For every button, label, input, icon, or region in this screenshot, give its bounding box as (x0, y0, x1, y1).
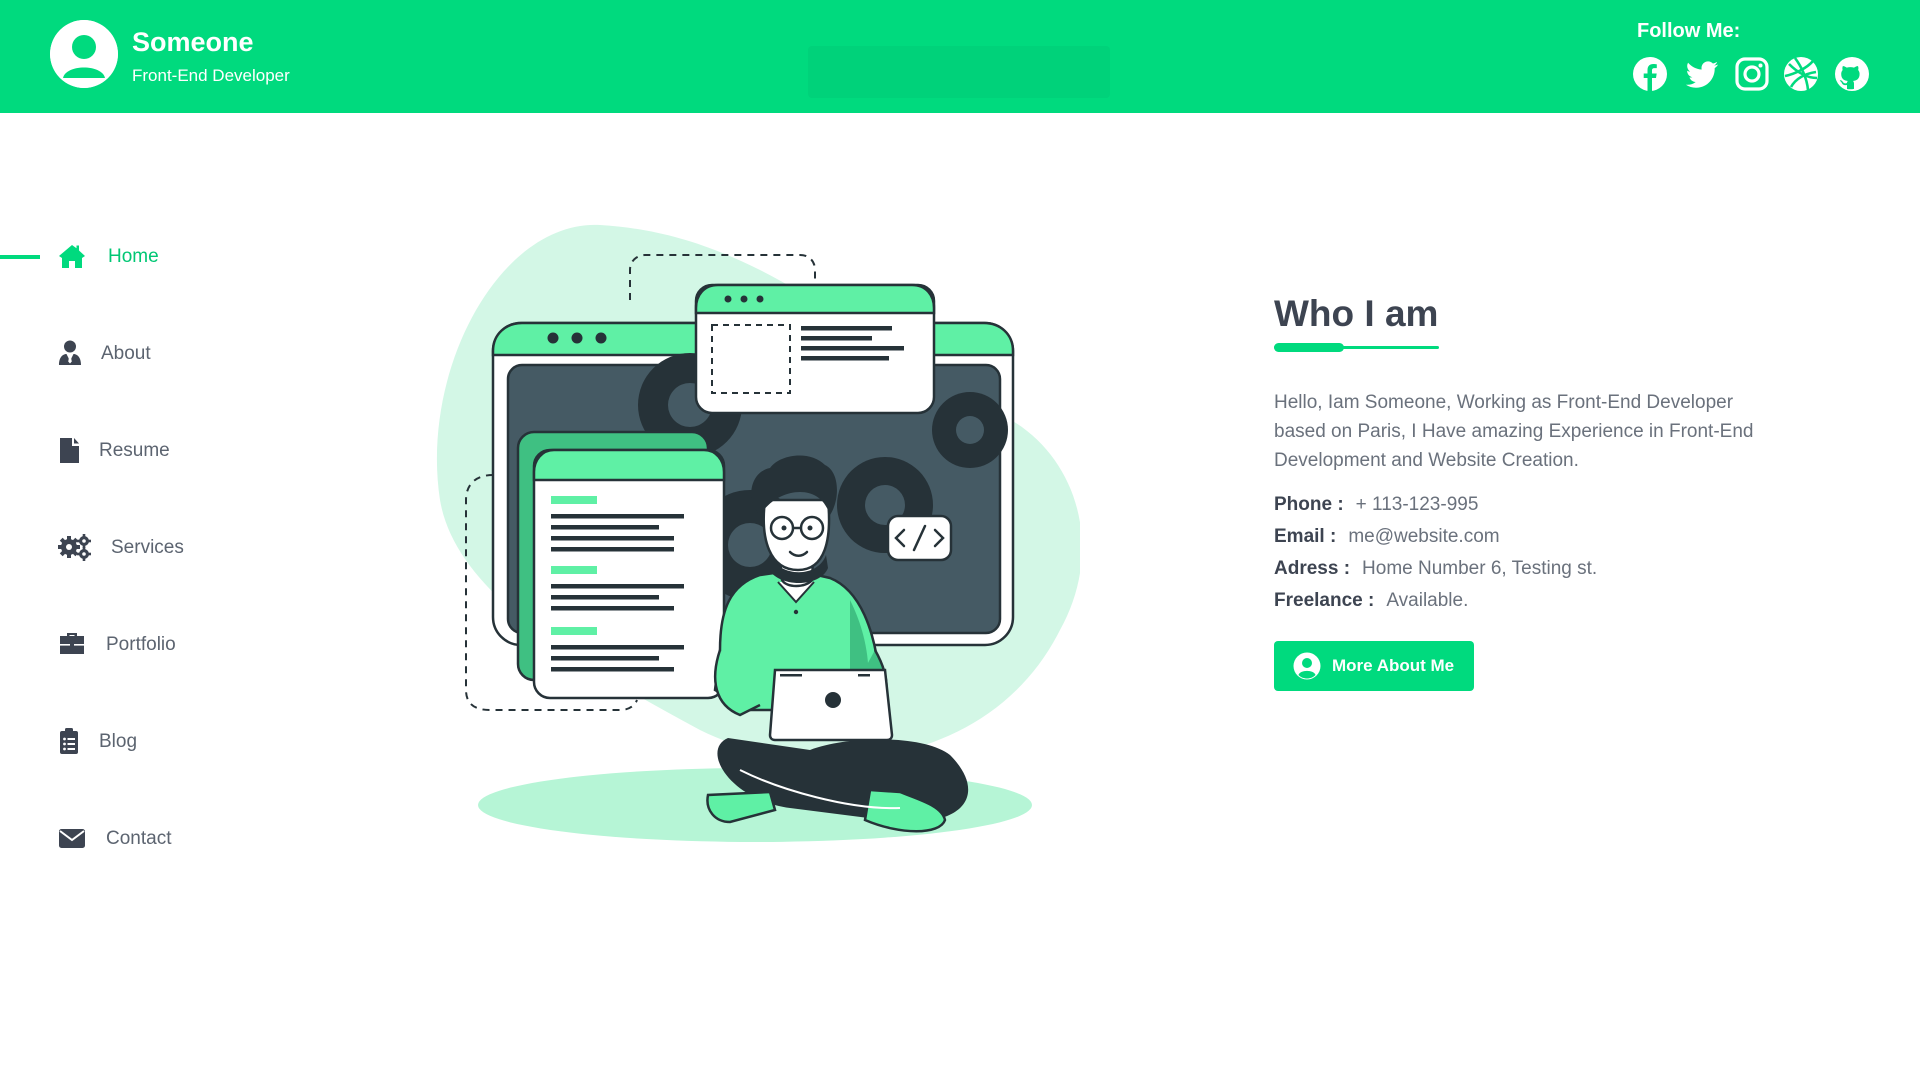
twitter-icon[interactable] (1684, 56, 1720, 92)
profile-name: Someone (132, 27, 254, 57)
dribbble-icon[interactable] (1783, 56, 1819, 92)
info-key-freelance: Freelance : (1274, 590, 1375, 611)
profile-avatar-icon (50, 20, 118, 88)
top-header: Someone Front-End Developer Follow Me: (0, 0, 1920, 113)
nav-label-services: Services (111, 537, 184, 558)
nav-item-home[interactable]: Home (0, 236, 260, 276)
developer-illustration (430, 210, 1083, 860)
info-value-address: Home Number 6, Testing st. (1362, 558, 1598, 579)
clipboard-list-icon (58, 727, 86, 755)
section-title: Who I am (1274, 293, 1439, 334)
envelope-icon (58, 824, 86, 852)
github-icon[interactable] (1834, 56, 1870, 92)
home-icon (58, 242, 86, 270)
instagram-icon[interactable] (1734, 56, 1770, 92)
nav-item-about[interactable]: About (0, 333, 260, 373)
info-key-address: Adress : (1274, 558, 1351, 579)
header-placeholder-box (808, 46, 1110, 98)
nav-item-services[interactable]: Services (0, 527, 260, 567)
nav-label-home: Home (108, 246, 159, 267)
user-circle-icon (1293, 652, 1321, 680)
bio-text: Hello, Iam Someone, Working as Front-End… (1274, 392, 1754, 471)
info-key-phone: Phone : (1274, 494, 1344, 515)
user-tie-icon (58, 339, 86, 367)
title-underline-accent (1274, 343, 1344, 352)
more-about-me-label: More About Me (1332, 656, 1455, 675)
facebook-icon[interactable] (1632, 56, 1668, 92)
nav-label-blog: Blog (99, 731, 138, 752)
nav-item-portfolio[interactable]: Portfolio (0, 624, 260, 664)
info-value-freelance: Available. (1386, 590, 1469, 611)
info-row-address: Adress : Home Number 6, Testing st. (1274, 558, 1597, 580)
nav-item-blog[interactable]: Blog (0, 721, 260, 761)
nav-item-contact[interactable]: Contact (0, 818, 260, 858)
active-nav-indicator (0, 255, 40, 259)
briefcase-icon (58, 630, 86, 658)
info-key-email: Email : (1274, 526, 1337, 547)
more-about-me-button[interactable]: More About Me (1274, 641, 1474, 691)
follow-label: Follow Me: (1637, 20, 1741, 42)
info-value-email: me@website.com (1348, 526, 1500, 547)
profile-role: Front-End Developer (132, 66, 290, 85)
info-row-phone: Phone : + 113-123-995 (1274, 494, 1478, 516)
gears-icon (58, 533, 91, 561)
nav-item-resume[interactable]: Resume (0, 430, 260, 470)
info-row-freelance: Freelance : Available. (1274, 590, 1468, 612)
info-value-phone: + 113-123-995 (1355, 494, 1479, 515)
nav-label-contact: Contact (106, 828, 172, 849)
nav-label-resume: Resume (99, 440, 170, 461)
info-row-email: Email : me@website.com (1274, 526, 1500, 548)
nav-label-portfolio: Portfolio (106, 634, 176, 655)
nav-label-about: About (101, 343, 151, 364)
file-icon (58, 436, 86, 464)
